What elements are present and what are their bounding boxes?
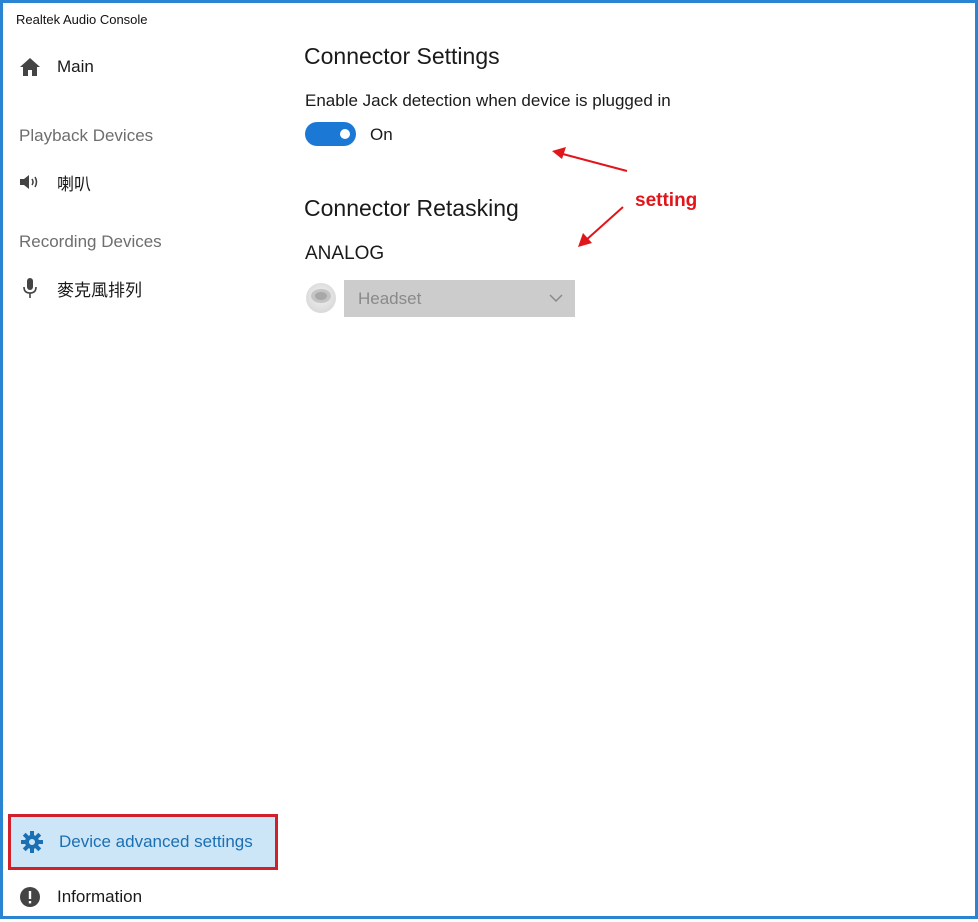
connector-retasking-heading: Connector Retasking <box>304 195 519 221</box>
analog-label: ANALOG <box>305 243 385 264</box>
toggle-knob <box>340 129 350 139</box>
playback-devices-section: Playback Devices <box>19 126 154 145</box>
window-title: Realtek Audio Console <box>16 12 148 27</box>
gear-icon <box>19 829 45 855</box>
microphone-icon <box>17 275 43 301</box>
sidebar-item-label: Information <box>57 887 143 906</box>
sidebar-item-speaker[interactable]: 喇叭 <box>17 164 91 200</box>
sidebar-item-label: Device advanced settings <box>59 832 253 851</box>
chevron-down-icon <box>549 290 563 304</box>
sidebar-item-microphone-array[interactable]: 麥克風排列 <box>17 270 142 306</box>
sidebar-item-device-advanced-settings[interactable]: Device advanced settings <box>8 814 278 870</box>
home-icon <box>17 54 43 80</box>
info-icon <box>17 884 43 910</box>
headset-jack-icon <box>304 281 338 315</box>
speaker-icon <box>17 169 43 195</box>
recording-devices-section: Recording Devices <box>19 232 162 251</box>
toggle-state-label: On <box>370 125 393 144</box>
annotation-arrow-to-toggle <box>552 147 628 172</box>
app-window: Realtek Audio Console Main Playback Devi… <box>0 0 978 919</box>
annotation-arrow-to-retasking <box>578 206 624 247</box>
retask-dropdown-value: Headset <box>358 288 422 308</box>
sidebar-item-label: 麥克風排列 <box>57 280 142 300</box>
retask-dropdown[interactable]: Headset <box>344 280 575 317</box>
jack-detection-label: Enable Jack detection when device is plu… <box>305 91 671 110</box>
sidebar-item-information[interactable]: Information <box>17 879 142 915</box>
connector-settings-heading: Connector Settings <box>304 43 500 69</box>
sidebar-item-main[interactable]: Main <box>17 49 94 85</box>
sidebar-item-label: 喇叭 <box>57 174 91 194</box>
annotation-callout: setting <box>635 190 698 211</box>
jack-detection-toggle[interactable] <box>305 122 356 146</box>
sidebar-item-label: Main <box>57 57 94 76</box>
